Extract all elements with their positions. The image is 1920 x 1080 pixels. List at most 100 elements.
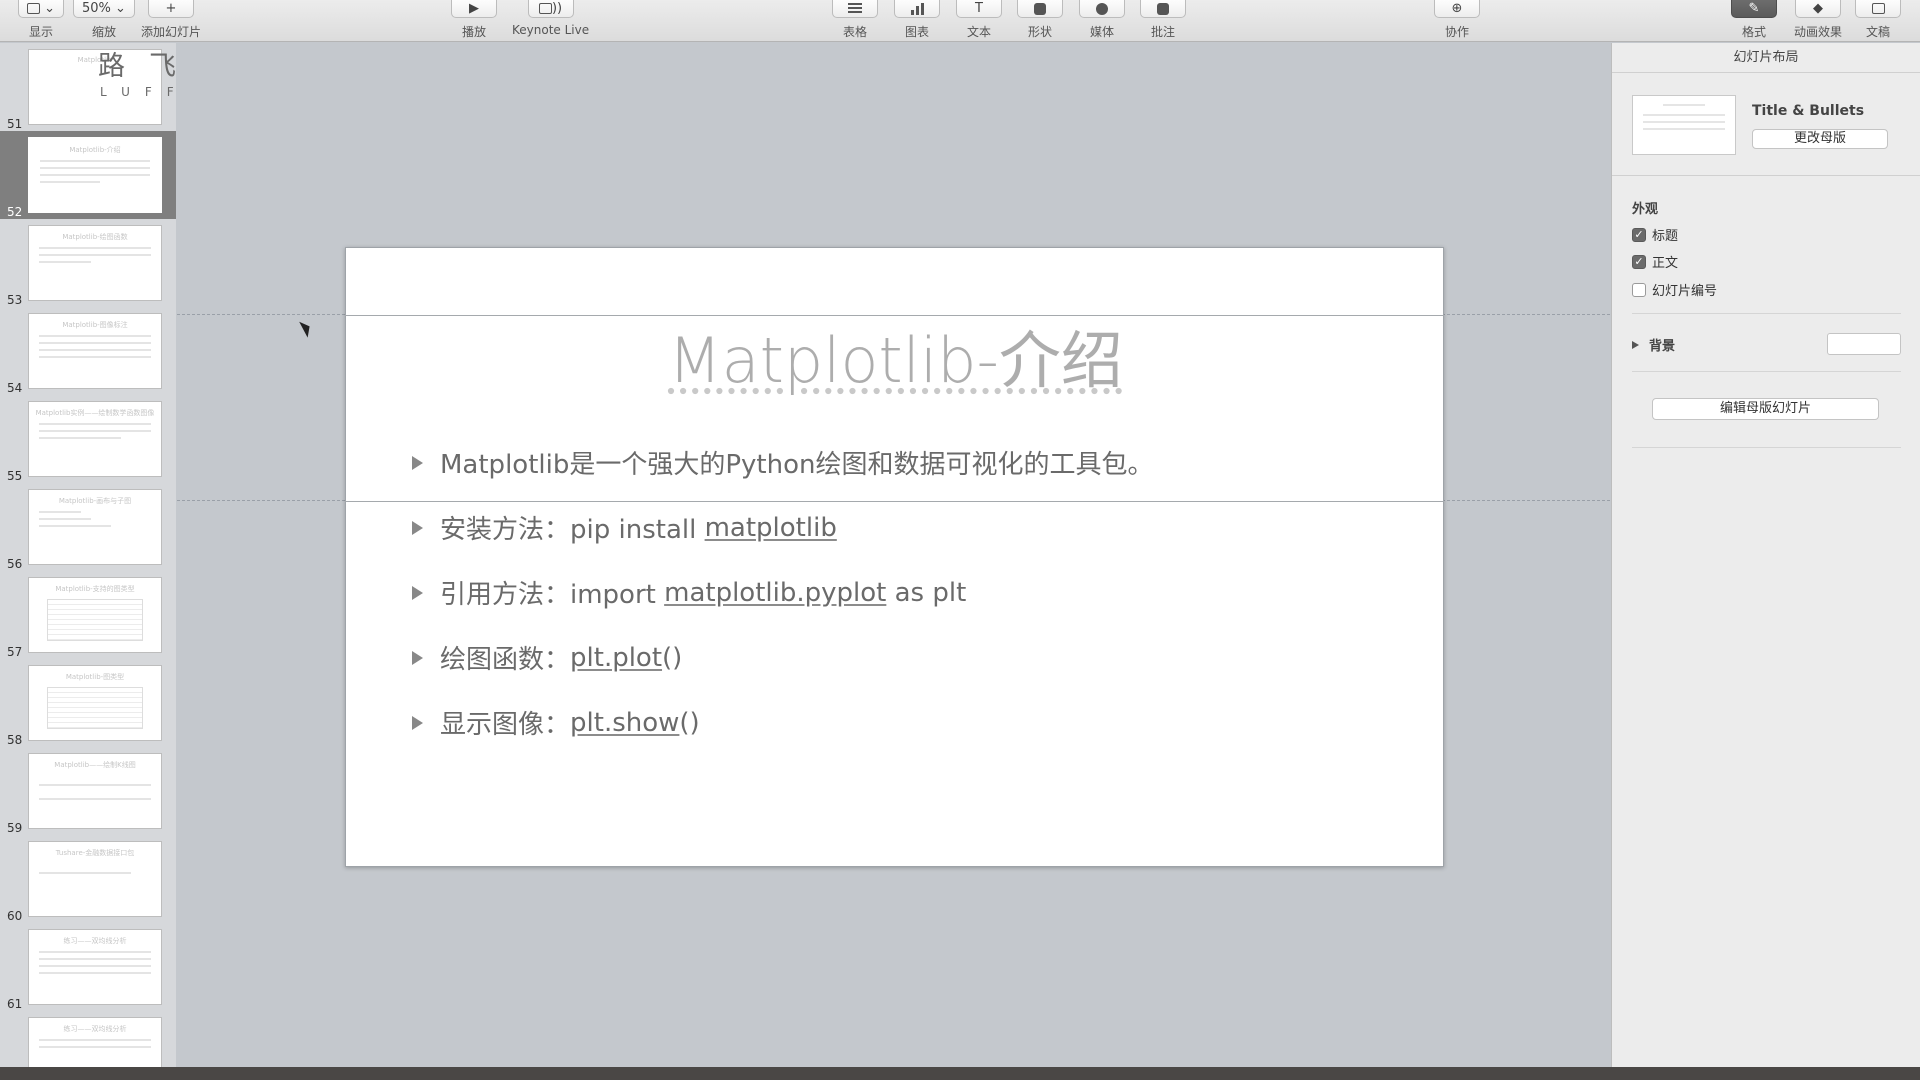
bullet-item[interactable]: 引用方法：import matplotlib.pyplot as plt <box>412 560 1153 625</box>
keynote-live[interactable]: )) Keynote Live <box>512 0 589 42</box>
slide-thumbnail[interactable]: Tushare-金融数据接口包 <box>28 841 162 917</box>
bullet-triangle-icon <box>412 650 423 665</box>
slide[interactable]: Matplotlib-介绍 Matplotlib是一个强大的Python绘图和数… <box>345 247 1444 867</box>
sidebar-icon <box>27 3 40 14</box>
slide-thumb-item[interactable]: Matplotlib-图像标注 54 <box>0 307 176 395</box>
thumb-title: Matplotlib-图类型 <box>65 673 125 681</box>
collaborate[interactable]: ⊕ 协作 <box>1434 0 1480 42</box>
document-icon <box>1871 3 1885 14</box>
chart-button[interactable] <box>894 0 940 18</box>
text-label: 文本 <box>966 25 991 39</box>
master-thumb-line <box>1643 114 1725 116</box>
format[interactable]: ✎ 格式 <box>1731 0 1777 42</box>
text[interactable]: T 文本 <box>956 0 1002 42</box>
body-checkbox-row[interactable]: ✓ 正文 <box>1632 252 1678 271</box>
animate-button[interactable]: ◆ <box>1795 0 1841 18</box>
background-disclosure[interactable]: 背景 <box>1632 335 1675 354</box>
slide-thumbnail[interactable]: Matplotlib——绘制K线图 <box>28 753 162 829</box>
slide-thumbnail[interactable]: Matplotlib-画布与子图 <box>28 489 162 565</box>
edit-master-slide-button[interactable]: 编辑母版幻灯片 <box>1652 398 1879 420</box>
slide-thumbnail[interactable]: Matplotlib实例——绘制数学函数图像 <box>28 401 162 477</box>
master-thumb-line <box>1643 121 1725 123</box>
media[interactable]: 媒体 <box>1079 0 1125 42</box>
media-icon <box>1096 2 1108 15</box>
collaborate-button[interactable]: ⊕ <box>1434 0 1480 18</box>
body-checkbox-label: 正文 <box>1652 256 1679 271</box>
thumb-text-line <box>39 1046 151 1048</box>
background-color-well[interactable] <box>1827 333 1901 355</box>
chart-icon <box>910 2 924 15</box>
slide-thumb-item-selected[interactable]: Matplotlib-介绍 52 <box>0 131 176 219</box>
bullet-suffix: () <box>662 642 683 673</box>
bottom-bar <box>0 1067 1920 1080</box>
slide-thumb-item[interactable]: Matplotlib-图类型 58 <box>0 659 176 747</box>
slide-title[interactable]: Matplotlib-介绍 <box>346 310 1445 400</box>
add-slide[interactable]: + 添加幻灯片 <box>141 0 201 42</box>
keynote-live-button[interactable]: )) <box>527 0 574 18</box>
slide-thumb-item[interactable]: Tushare-金融数据接口包 60 <box>0 835 176 923</box>
slide-thumbnail[interactable]: Matplotlib-绘图函数 <box>28 225 162 301</box>
thumb-title: Matplotlib-图像标注 <box>62 321 128 329</box>
bullet-code: plt.plot <box>570 642 663 673</box>
zoom-label: 缩放 <box>91 25 116 39</box>
slide-thumbnail[interactable]: Matplotlib-支持的图类型 <box>28 577 162 653</box>
slide-thumb-item[interactable]: Matplotlib-支持的图类型 57 <box>0 571 176 659</box>
view-button[interactable]: ⌄ <box>18 0 65 18</box>
slide-thumbnail[interactable]: Matplotlib-图像标注 <box>28 313 162 389</box>
bullet-list[interactable]: Matplotlib是一个强大的Python绘图和数据可视化的工具包。 安装方法… <box>412 430 1153 755</box>
shape-icon <box>1034 2 1046 15</box>
slide-thumbnail[interactable]: 练习——双均线分析 <box>28 1017 162 1067</box>
slide-thumbnail[interactable]: Matplotlib-介绍 <box>28 137 162 213</box>
shape[interactable]: 形状 <box>1017 0 1063 42</box>
media-label: 媒体 <box>1089 25 1114 39</box>
bullet-item[interactable]: 安装方法：pip install matplotlib <box>412 495 1153 560</box>
slide-thumbnail[interactable]: 练习——双均线分析 <box>28 929 162 1005</box>
zoom-menu[interactable]: 50% ⌄ 缩放 <box>73 0 135 42</box>
comment[interactable]: 批注 <box>1140 0 1186 42</box>
slide-thumb-item[interactable]: Matplotlib实例——绘制数学函数图像 55 <box>0 395 176 483</box>
bullet-item[interactable]: 显示图像： plt.show() <box>412 690 1153 755</box>
shape-button[interactable] <box>1017 0 1063 18</box>
slide-number-checkbox[interactable] <box>1632 282 1646 297</box>
format-inspector: 幻灯片布局 Title & Bullets 更改母版 外观 ✓ 标题 ✓ 正文 幻灯… <box>1611 43 1920 1067</box>
bullet-item[interactable]: 绘图函数： plt.plot() <box>412 625 1153 690</box>
broadcast-icon <box>538 3 552 14</box>
zoom-button[interactable]: 50% ⌄ <box>73 0 135 18</box>
text-button[interactable]: T <box>956 0 1002 18</box>
chart[interactable]: 图表 <box>894 0 940 42</box>
slide-thumb-item[interactable]: 练习——双均线分析 61 <box>0 923 176 1011</box>
comment-label: 批注 <box>1150 25 1175 39</box>
slide-thumbnail[interactable]: Matplotlib-图类型 <box>28 665 162 741</box>
thumb-text-line <box>39 872 131 874</box>
body-checkbox[interactable]: ✓ <box>1632 254 1646 269</box>
thumb-text-line <box>40 167 150 169</box>
play-button[interactable]: ▶ <box>451 0 497 18</box>
animate[interactable]: ◆ 动画效果 <box>1794 0 1842 42</box>
title-checkbox[interactable]: ✓ <box>1632 227 1646 242</box>
thumb-title: Matplotlib——绘制K线图 <box>54 761 136 769</box>
comment-button[interactable] <box>1140 0 1186 18</box>
media-button[interactable] <box>1079 0 1125 18</box>
bullet-item[interactable]: Matplotlib是一个强大的Python绘图和数据可视化的工具包。 <box>412 430 1153 495</box>
title-checkbox-row[interactable]: ✓ 标题 <box>1632 225 1678 244</box>
slide-thumb-item[interactable]: Matplotlib-画布与子图 56 <box>0 483 176 571</box>
slide-thumb-item[interactable]: 练习——双均线分析 62 <box>0 1011 176 1067</box>
comment-icon <box>1157 2 1169 15</box>
slide-thumb-item[interactable]: Matplotlib-绘图函数 53 <box>0 219 176 307</box>
add-slide-button[interactable]: + <box>148 0 194 18</box>
table-icon <box>848 2 862 15</box>
table[interactable]: 表格 <box>832 0 878 42</box>
document[interactable]: 文稿 <box>1855 0 1901 42</box>
slide-number-checkbox-row[interactable]: 幻灯片编号 <box>1632 280 1717 299</box>
view-menu[interactable]: ⌄ 显示 <box>18 0 65 42</box>
slide-thumb-item[interactable]: Matplotlib——绘制K线图 59 <box>0 747 176 835</box>
slide-canvas[interactable]: Matplotlib-介绍 Matplotlib是一个强大的Python绘图和数… <box>177 43 1610 1067</box>
table-button[interactable] <box>832 0 878 18</box>
format-button[interactable]: ✎ <box>1731 0 1777 18</box>
inspector-title: 幻灯片布局 <box>1612 43 1920 73</box>
play[interactable]: ▶ 播放 <box>451 0 497 42</box>
thumb-text-line <box>39 247 151 249</box>
change-master-button[interactable]: 更改母版 <box>1752 129 1888 149</box>
master-thumbnail[interactable] <box>1632 95 1736 155</box>
document-button[interactable] <box>1855 0 1901 18</box>
